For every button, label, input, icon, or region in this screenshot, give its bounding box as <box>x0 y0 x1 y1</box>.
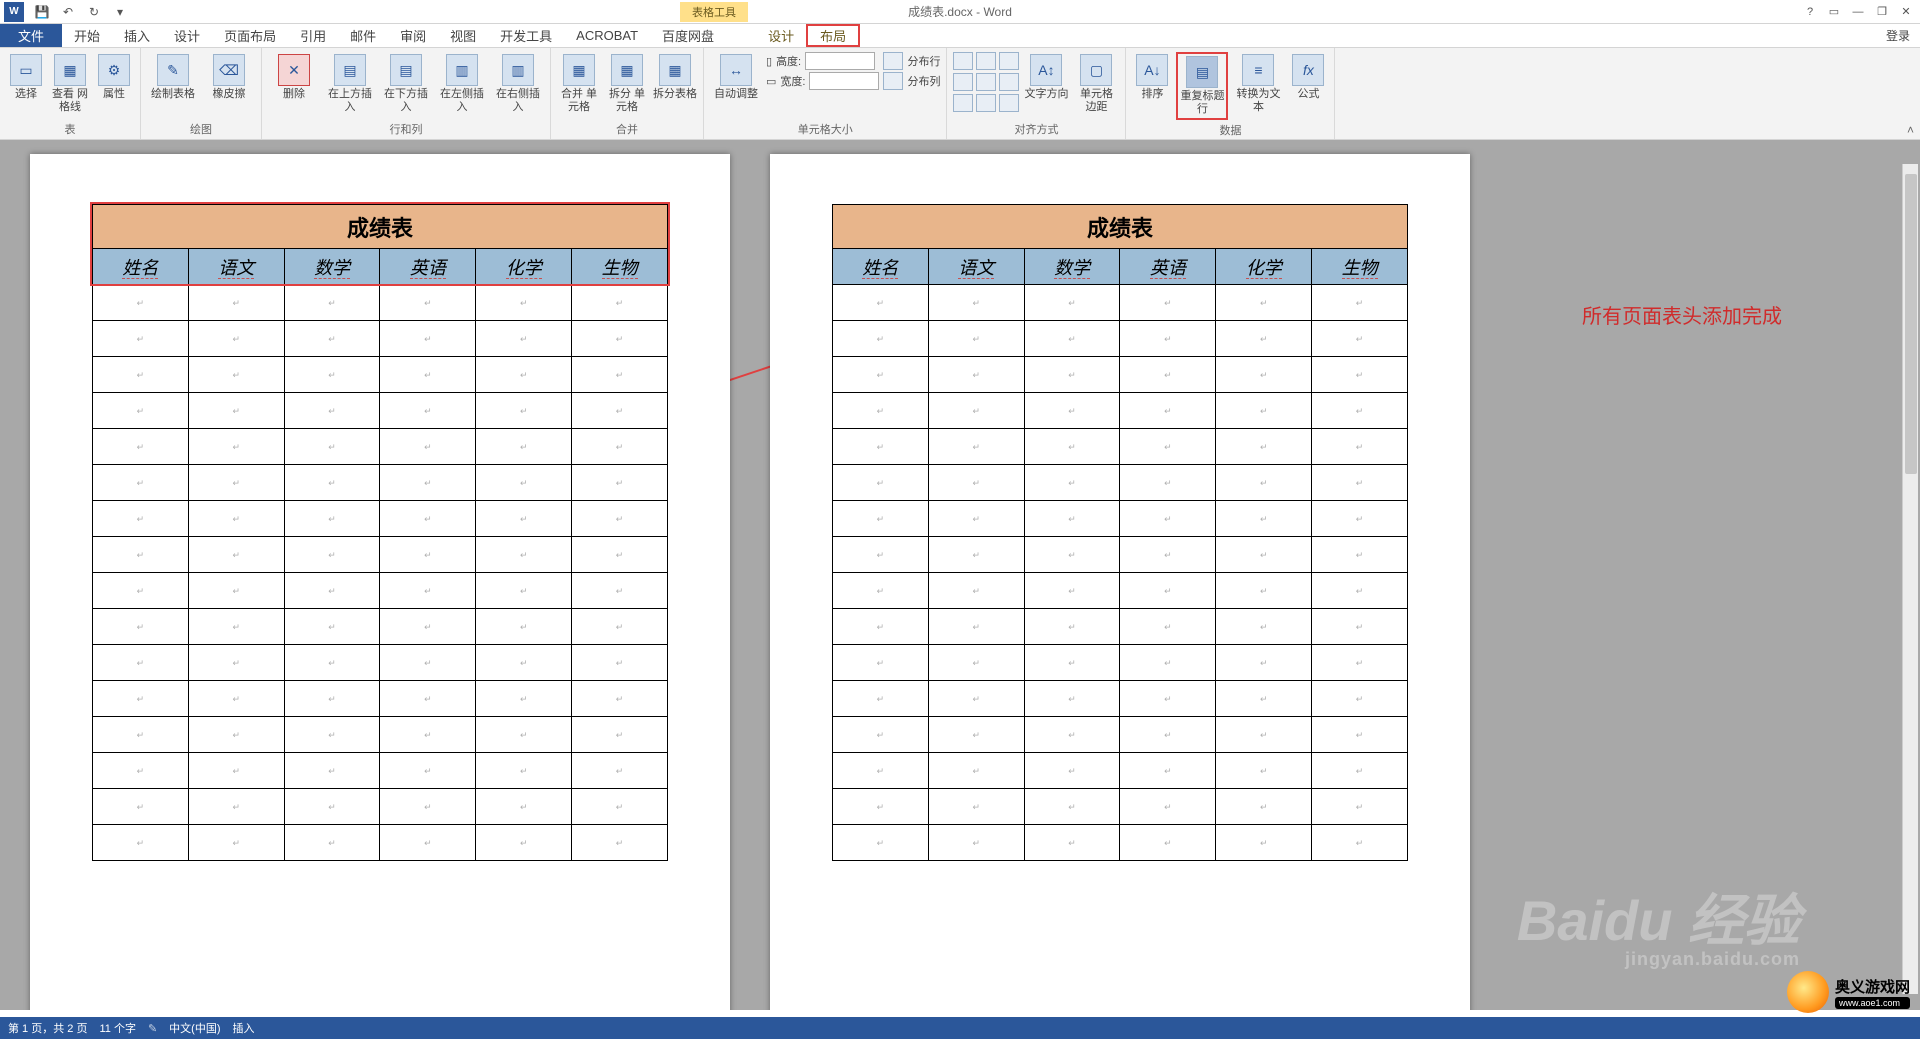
distribute-cols-button[interactable]: 分布列 <box>883 72 940 90</box>
tab-developer[interactable]: 开发工具 <box>488 24 564 47</box>
tab-pagelayout[interactable]: 页面布局 <box>212 24 288 47</box>
site-name: 奥义游戏网 <box>1835 979 1910 996</box>
ribbon-options-icon[interactable]: ▭ <box>1824 4 1844 20</box>
undo-icon[interactable]: ↶ <box>58 3 78 21</box>
height-icon: ▯ <box>766 55 772 68</box>
distribute-rows-button[interactable]: 分布行 <box>883 52 940 70</box>
status-bar: 第 1 页，共 2 页 11 个字 ✎ 中文(中国) 插入 <box>0 1017 1920 1039</box>
group-table: ▭选择 ▦查看 网格线 ⚙属性 表 <box>0 48 141 139</box>
restore-icon[interactable]: ❐ <box>1872 4 1892 20</box>
status-language[interactable]: 中文(中国) <box>169 1020 220 1036</box>
tab-insert[interactable]: 插入 <box>112 24 162 47</box>
vertical-scrollbar[interactable] <box>1902 164 1918 994</box>
tab-view[interactable]: 视图 <box>438 24 488 47</box>
tab-review[interactable]: 审阅 <box>388 24 438 47</box>
formula-button[interactable]: fx公式 <box>1288 52 1328 120</box>
table-header-row: 姓名 语文 数学 英语 化学 生物 <box>833 249 1408 285</box>
eraser-button[interactable]: ⌫橡皮擦 <box>203 52 255 103</box>
sort-button[interactable]: A↓排序 <box>1132 52 1172 120</box>
repeat-header-rows-button[interactable]: ▤重复标题行 <box>1176 52 1228 120</box>
qat-dropdown-icon[interactable]: ▾ <box>110 3 130 21</box>
ribbon: ▭选择 ▦查看 网格线 ⚙属性 表 ✎绘制表格 ⌫橡皮擦 绘图 ✕删除 ▤在上方… <box>0 48 1920 140</box>
group-merge: ▦合并 单元格 ▦拆分 单元格 ▦拆分表格 合并 <box>551 48 704 139</box>
quick-access-toolbar: 💾 ↶ ↻ ▾ <box>32 3 130 21</box>
table-title: 成绩表 <box>833 205 1408 249</box>
contextual-tab-label: 表格工具 <box>680 2 748 22</box>
insert-left-button[interactable]: ▥在左侧插入 <box>436 52 488 116</box>
scrollbar-thumb[interactable] <box>1905 174 1917 474</box>
redo-icon[interactable]: ↻ <box>84 3 104 21</box>
group-rows-cols: ✕删除 ▤在上方插入 ▤在下方插入 ▥在左侧插入 ▥在右侧插入 行和列 <box>262 48 551 139</box>
table-header-row: 姓名 语文 数学 英语 化学 生物 <box>93 249 668 285</box>
tab-acrobat[interactable]: ACROBAT <box>564 24 650 47</box>
close-icon[interactable]: ✕ <box>1896 4 1916 20</box>
split-table-button[interactable]: ▦拆分表格 <box>653 52 697 116</box>
collapse-ribbon-icon[interactable]: ˄ <box>1907 123 1914 137</box>
group-alignment: A↕文字方向 ▢单元格 边距 对齐方式 <box>947 48 1126 139</box>
insert-above-button[interactable]: ▤在上方插入 <box>324 52 376 116</box>
word-app-icon: W <box>4 2 24 22</box>
page-1: 成绩表 姓名 语文 数学 英语 化学 生物 <box>30 154 730 1010</box>
help-icon[interactable]: ? <box>1800 4 1820 20</box>
delete-button[interactable]: ✕删除 <box>268 52 320 116</box>
tab-baidu[interactable]: 百度网盘 <box>650 24 726 47</box>
group-cell-size: ↔自动调整 ▯高度: ▭宽度: 分布行 分布列 单元格大小 <box>704 48 947 139</box>
dist-cols-icon <box>883 72 903 90</box>
login-link[interactable]: 登录 <box>1876 24 1920 47</box>
tab-home[interactable]: 开始 <box>62 24 112 47</box>
cell-margins-button[interactable]: ▢单元格 边距 <box>1073 52 1119 116</box>
ribbon-tabs: 文件 开始 插入 设计 页面布局 引用 邮件 审阅 视图 开发工具 ACROBA… <box>0 24 1920 48</box>
save-icon[interactable]: 💾 <box>32 3 52 21</box>
view-gridlines-button[interactable]: ▦查看 网格线 <box>50 52 90 116</box>
site-logo-corner: 奥义游戏网 www.aoe1.com <box>1787 971 1910 1013</box>
tab-table-layout[interactable]: 布局 <box>806 24 860 47</box>
table-title: 成绩表 <box>93 205 668 249</box>
height-input[interactable] <box>805 52 875 70</box>
width-input[interactable] <box>809 72 879 90</box>
annotation-right: 所有页面表头添加完成 <box>1582 300 1782 329</box>
document-area: 先选中首页全部表头 所有页面表头添加完成 成绩表 姓名 语文 数学 英语 化学 … <box>0 140 1920 1010</box>
page-2: 成绩表 姓名 语文 数学 英语 化学 生物 <box>770 154 1470 1010</box>
status-mode[interactable]: 插入 <box>233 1020 255 1036</box>
title-bar: W 💾 ↶ ↻ ▾ 成绩表.docx - Word 表格工具 ? ▭ — ❐ ✕ <box>0 0 1920 24</box>
autofit-button[interactable]: ↔自动调整 <box>710 52 762 103</box>
minimize-icon[interactable]: — <box>1848 4 1868 20</box>
status-words[interactable]: 11 个字 <box>99 1020 135 1036</box>
flame-icon <box>1787 971 1829 1013</box>
convert-to-text-button[interactable]: ≡转换为文本 <box>1232 52 1284 120</box>
tab-design[interactable]: 设计 <box>162 24 212 47</box>
grades-table-page1[interactable]: 成绩表 姓名 语文 数学 英语 化学 生物 <box>92 204 668 861</box>
insert-below-button[interactable]: ▤在下方插入 <box>380 52 432 116</box>
grades-table-page2[interactable]: 成绩表 姓名 语文 数学 英语 化学 生物 <box>832 204 1408 861</box>
status-page[interactable]: 第 1 页，共 2 页 <box>8 1020 87 1036</box>
width-icon: ▭ <box>766 75 776 88</box>
group-draw: ✎绘制表格 ⌫橡皮擦 绘图 <box>141 48 262 139</box>
watermark: Baidu 经验 jingyan.baidu.com <box>1517 876 1800 970</box>
tab-file[interactable]: 文件 <box>0 24 62 47</box>
tab-mailings[interactable]: 邮件 <box>338 24 388 47</box>
dist-rows-icon <box>883 52 903 70</box>
insert-right-button[interactable]: ▥在右侧插入 <box>492 52 544 116</box>
merge-cells-button[interactable]: ▦合并 单元格 <box>557 52 601 116</box>
tab-table-design[interactable]: 设计 <box>756 24 806 47</box>
site-url: www.aoe1.com <box>1835 997 1910 1009</box>
group-data: A↓排序 ▤重复标题行 ≡转换为文本 fx公式 数据 <box>1126 48 1335 139</box>
window-title: 成绩表.docx - Word <box>908 3 1012 20</box>
split-cells-button[interactable]: ▦拆分 单元格 <box>605 52 649 116</box>
tab-references[interactable]: 引用 <box>288 24 338 47</box>
properties-button[interactable]: ⚙属性 <box>94 52 134 116</box>
group-label: 表 <box>6 119 134 137</box>
alignment-grid[interactable] <box>953 52 1019 116</box>
text-direction-button[interactable]: A↕文字方向 <box>1023 52 1069 116</box>
select-button[interactable]: ▭选择 <box>6 52 46 116</box>
draw-table-button[interactable]: ✎绘制表格 <box>147 52 199 103</box>
spellcheck-icon[interactable]: ✎ <box>148 1022 157 1035</box>
